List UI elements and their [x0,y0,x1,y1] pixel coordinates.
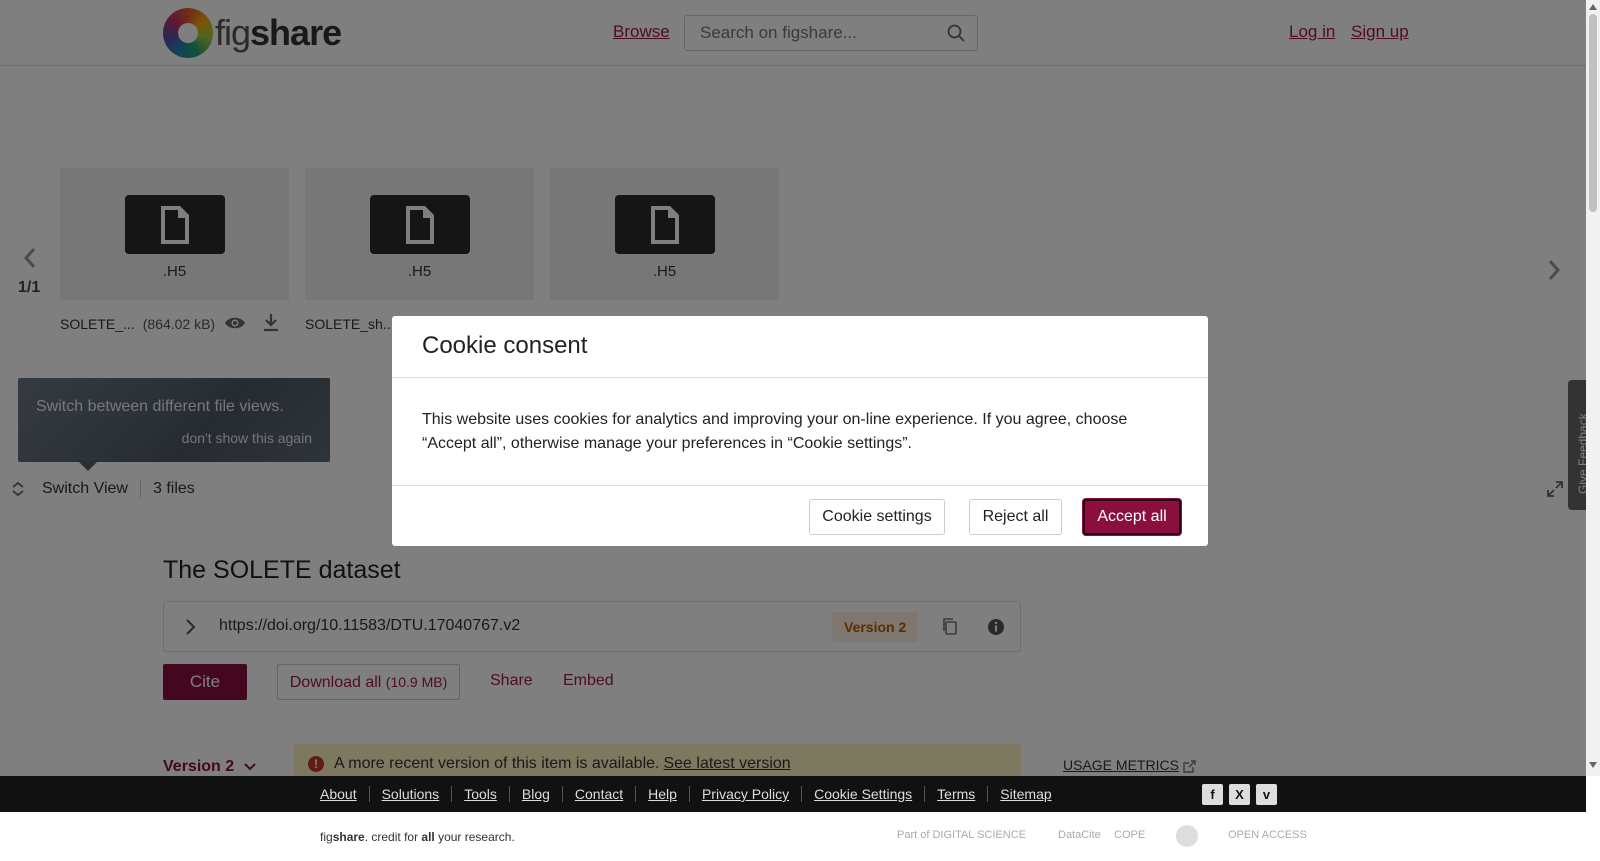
page-scrollbar[interactable] [1586,0,1600,776]
cookie-settings-button[interactable]: Cookie settings [809,499,945,535]
footer-link-help[interactable]: Help [635,786,689,802]
open-access-logo[interactable]: OPEN ACCESS [1228,829,1307,841]
cookie-consent-dialog: Cookie consent This website uses cookies… [392,316,1208,546]
footer-link-blog[interactable]: Blog [508,786,562,802]
footer-link-terms[interactable]: Terms [924,786,987,802]
footer-link-sitemap[interactable]: Sitemap [987,786,1063,802]
seal-logo-icon[interactable] [1176,825,1198,847]
cookie-dialog-body: This website uses cookies for analytics … [422,411,1128,452]
divider [392,377,1208,378]
footer-tagline: figshare. credit for all your research. [320,830,515,844]
digital-science-logo[interactable]: Part of DIGITAL SCIENCE [897,829,1026,841]
x-twitter-icon[interactable]: X [1229,784,1250,805]
footer-link-cookie-settings[interactable]: Cookie Settings [801,786,924,802]
vimeo-icon[interactable]: v [1256,784,1277,805]
reject-all-button[interactable]: Reject all [969,499,1062,535]
footer-link-contact[interactable]: Contact [561,786,635,802]
scroll-up-icon[interactable] [1589,4,1597,10]
accept-all-button[interactable]: Accept all [1083,499,1181,535]
footer-link-privacy[interactable]: Privacy Policy [688,786,801,802]
footer-link-about[interactable]: About [320,786,369,802]
divider [392,485,1208,486]
footer-bottom: figshare. credit for all your research. … [0,812,1586,861]
datacite-logo[interactable]: DataCite [1058,829,1101,841]
cookie-dialog-title: Cookie consent [422,332,588,359]
footer-link-solutions[interactable]: Solutions [368,786,452,802]
footer-nav: About Solutions Tools Blog Contact Help … [0,776,1586,812]
scroll-down-icon[interactable] [1589,762,1597,768]
cope-logo[interactable]: COPE [1114,829,1145,841]
footer-link-tools[interactable]: Tools [451,786,509,802]
footer-links: About Solutions Tools Blog Contact Help … [320,786,1064,802]
scrollbar-thumb[interactable] [1589,14,1597,212]
facebook-icon[interactable]: f [1202,784,1223,805]
